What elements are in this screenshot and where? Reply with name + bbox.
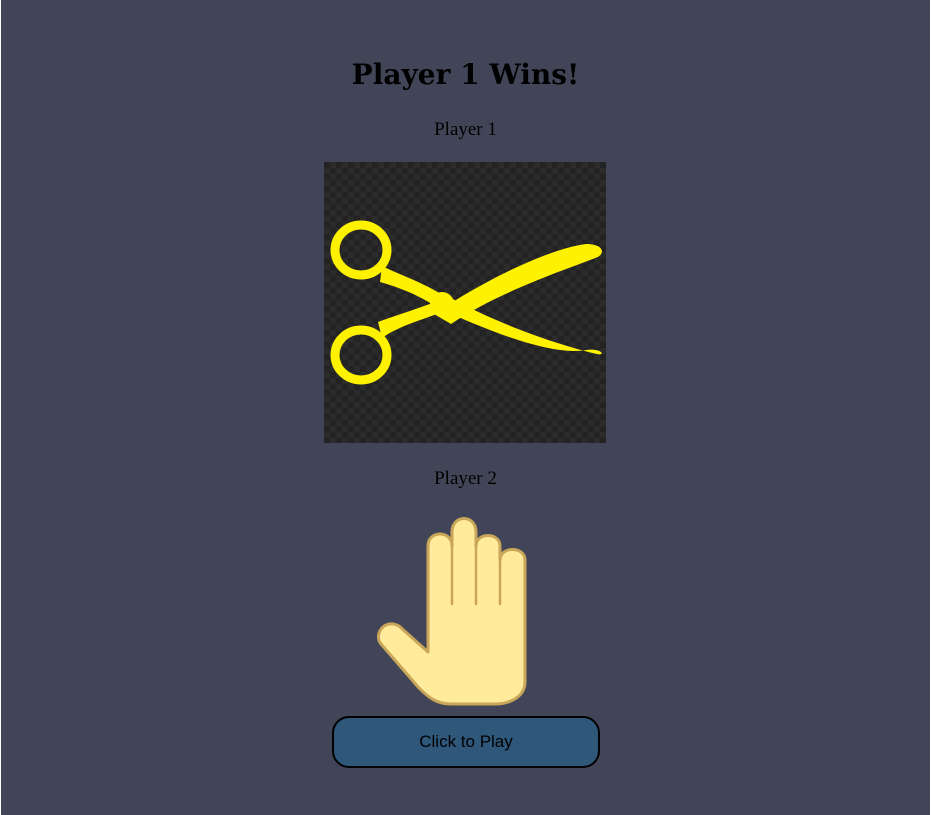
play-button[interactable]: Click to Play [332,716,600,768]
scissors-icon [330,220,602,385]
result-title: Player 1 Wins! [351,58,580,91]
player1-choice-image [324,162,606,443]
player2-choice-image [371,512,533,708]
player2-label: Player 2 [434,468,497,489]
open-hand-icon [376,517,527,706]
game-screen: Player 1 Wins! Player 1 Player 2 Click t… [1,0,930,815]
player1-label: Player 1 [434,119,497,140]
